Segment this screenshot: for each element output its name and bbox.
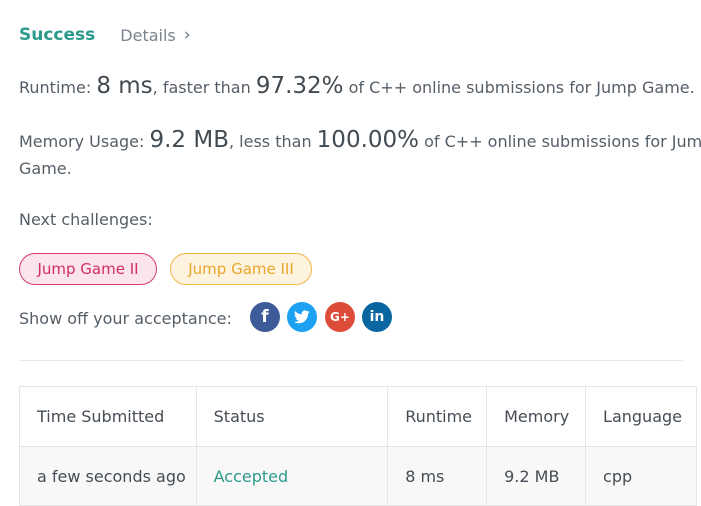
google-plus-icon[interactable]: G+ [325,302,355,332]
cell-language: cpp [585,446,697,506]
twitter-bird-glyph [294,310,310,324]
table-row: a few seconds ago Accepted 8 ms 9.2 MB c… [19,446,697,506]
chevron-right-icon[interactable]: › [184,25,191,45]
success-status: Success [19,25,96,45]
google-plus-glyph: G+ [330,310,350,324]
runtime-middle: , faster than [152,78,256,97]
submissions-table: Time Submitted Status Runtime Memory Lan… [19,386,697,506]
header-language[interactable]: Language [585,386,697,447]
details-label[interactable]: Details [120,26,175,45]
memory-suffix: of C++ online submissions for Jump [419,132,701,151]
next-challenges-label: Next challenges: [19,210,153,229]
share-label: Show off your acceptance: [19,309,232,328]
cell-time-submitted: a few seconds ago [19,446,197,506]
accepted-link[interactable]: Accepted [214,467,289,486]
table-header-row: Time Submitted Status Runtime Memory Lan… [19,386,697,447]
result-header: Success Details › [19,22,191,48]
facebook-icon[interactable]: f [250,302,280,332]
memory-value: 9.2 MB [149,127,229,153]
runtime-percent: 97.32% [255,73,344,99]
challenge-jump-game-ii[interactable]: Jump Game II [19,253,157,285]
section-divider [19,360,683,361]
details-link[interactable]: Details › [120,25,190,45]
runtime-summary: Runtime: 8 ms, faster than 97.32% of C++… [19,73,695,99]
memory-percent: 100.00% [316,127,420,153]
cell-runtime: 8 ms [387,446,488,506]
runtime-label: Runtime: [19,78,97,97]
header-memory[interactable]: Memory [486,386,587,447]
cell-memory: 9.2 MB [486,446,587,506]
runtime-value: 8 ms [96,73,153,99]
runtime-suffix: of C++ online submissions for Jump Game. [343,78,695,97]
memory-label: Memory Usage: [19,132,150,151]
linkedin-glyph: in [369,309,385,325]
memory-summary-line2: Game. [19,159,72,178]
cell-status: Accepted [195,446,389,506]
twitter-icon[interactable] [287,302,317,332]
header-status[interactable]: Status [195,386,389,447]
header-time-submitted[interactable]: Time Submitted [19,386,197,447]
challenge-jump-game-iii[interactable]: Jump Game III [170,253,312,285]
linkedin-icon[interactable]: in [362,302,392,332]
header-runtime[interactable]: Runtime [387,386,488,447]
facebook-glyph: f [261,307,269,327]
memory-summary: Memory Usage: 9.2 MB, less than 100.00% … [19,127,701,153]
memory-middle: , less than [229,132,317,151]
